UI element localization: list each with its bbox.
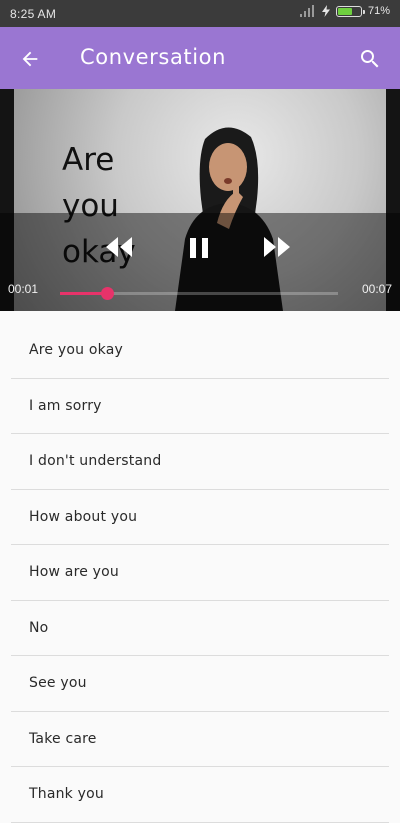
list-item[interactable]: How are you xyxy=(11,545,389,601)
list-item[interactable]: I don't understand xyxy=(11,434,389,490)
list-item-label: How about you xyxy=(29,508,138,525)
list-item-label: How are you xyxy=(29,564,120,581)
list-item-label: No xyxy=(29,619,49,636)
battery-level-fill xyxy=(337,7,353,15)
charging-icon xyxy=(321,5,330,17)
fast-forward-button[interactable] xyxy=(262,235,292,259)
arrow-back-icon xyxy=(22,51,38,67)
pause-button[interactable] xyxy=(186,235,212,261)
phrase-list: Are you okay I am sorry I don't understa… xyxy=(0,323,400,823)
video-player[interactable]: Are you okay 00:01 00:07 xyxy=(0,89,400,311)
search-button[interactable] xyxy=(352,41,388,77)
rewind-icon xyxy=(106,237,132,257)
list-item-label: I am sorry xyxy=(29,397,102,414)
battery-icon xyxy=(335,5,365,17)
page-title: Conversation xyxy=(80,45,227,69)
rewind-button[interactable] xyxy=(104,235,134,259)
list-item-label: Take care xyxy=(29,730,97,747)
list-item[interactable]: No xyxy=(11,601,389,656)
controls-overlay xyxy=(0,213,400,311)
list-item[interactable]: How about you xyxy=(11,490,389,545)
list-item[interactable]: Thank you xyxy=(11,767,389,823)
fast-forward-icon xyxy=(264,237,290,257)
seek-bar[interactable] xyxy=(60,287,338,300)
list-item-label: I don't understand xyxy=(29,453,162,470)
current-time: 00:01 xyxy=(8,282,39,296)
signal-icon xyxy=(299,5,316,17)
caption-line: Are xyxy=(62,142,115,178)
status-icons: 71% xyxy=(299,5,390,17)
pause-icon xyxy=(190,238,208,258)
app-bar: Conversation xyxy=(0,27,400,89)
list-item-label: See you xyxy=(29,675,87,692)
total-time: 00:07 xyxy=(361,282,392,296)
list-item[interactable]: Take care xyxy=(11,712,389,767)
battery-percent: 71% xyxy=(367,5,390,17)
back-button[interactable] xyxy=(12,41,48,77)
list-item[interactable]: See you xyxy=(11,656,389,712)
status-time: 8:25 AM xyxy=(10,7,57,21)
list-item-label: Are you okay xyxy=(29,342,123,359)
list-item[interactable]: I am sorry xyxy=(11,379,389,434)
status-bar: 8:25 AM 71% xyxy=(0,0,400,27)
search-icon xyxy=(361,50,379,68)
seek-progress xyxy=(60,292,108,295)
list-item[interactable]: Are you okay xyxy=(11,323,389,379)
